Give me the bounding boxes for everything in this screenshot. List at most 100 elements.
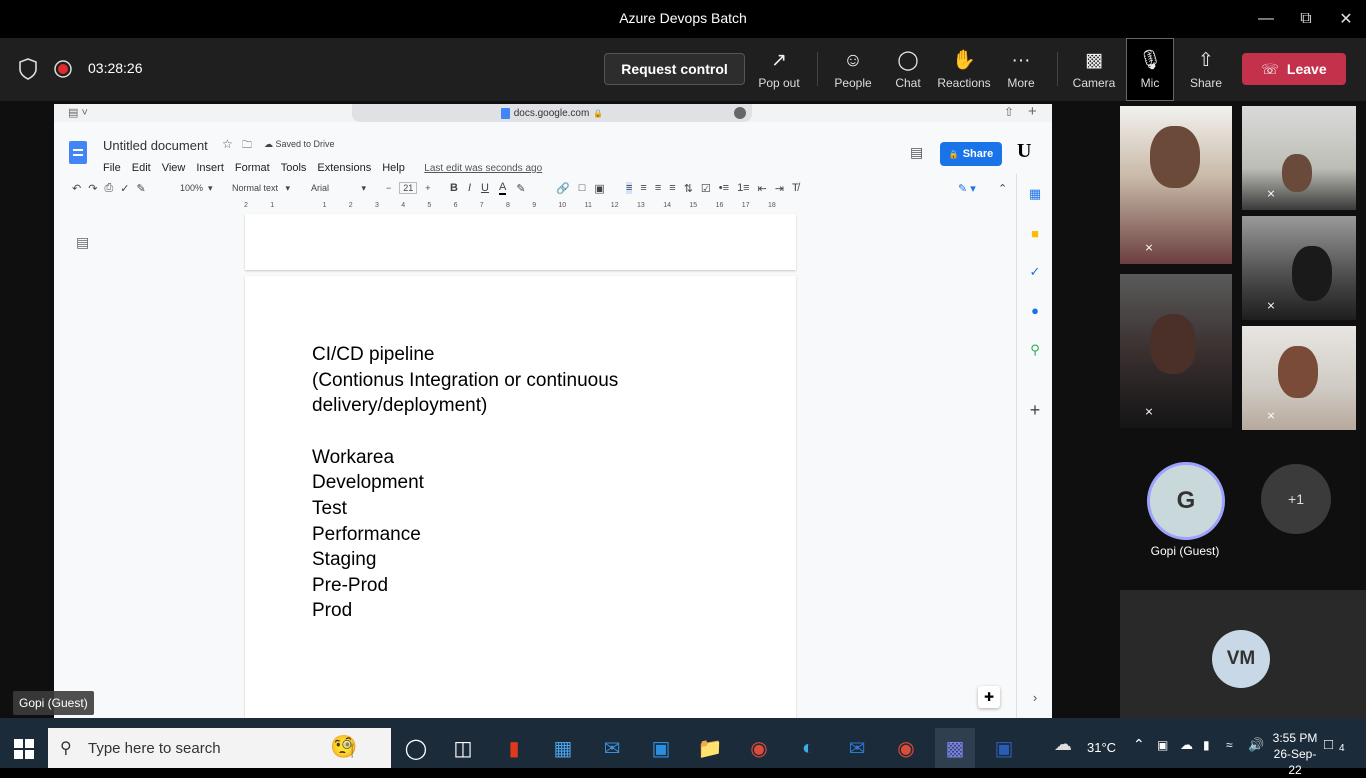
outline-icon[interactable]: ▤	[76, 234, 89, 251]
battery-icon[interactable]: ▮	[1203, 738, 1210, 752]
checklist-icon[interactable]: ☑	[701, 182, 711, 195]
wifi-icon[interactable]: ≈	[1226, 738, 1233, 752]
request-control-button[interactable]: Request control	[604, 53, 745, 85]
user-avatar-icon[interactable]: U	[1017, 140, 1031, 163]
chrome-profile-icon[interactable]: ◉	[886, 728, 926, 768]
store-icon[interactable]: ▦	[543, 728, 583, 768]
address-bar[interactable]: docs.google.com 🔒	[352, 104, 752, 122]
docs-logo-icon[interactable]	[69, 141, 87, 164]
teams-icon[interactable]: ▩	[935, 728, 975, 768]
line-spacing-icon[interactable]: ⇅	[684, 182, 693, 195]
tasks-icon[interactable]: ✓	[1027, 264, 1043, 280]
font-select[interactable]: Arial ▾	[311, 178, 366, 198]
clock[interactable]: 3:55 PM 26-Sep-22	[1270, 730, 1320, 778]
keep-icon[interactable]: ■	[1027, 226, 1043, 242]
onedrive-icon[interactable]: ☁	[1180, 737, 1193, 753]
windows-start-icon[interactable]	[14, 739, 34, 759]
menu-help[interactable]: Help	[382, 162, 405, 174]
link-icon[interactable]: 🔗	[556, 182, 570, 195]
spellcheck-icon[interactable]: ✓	[120, 182, 129, 195]
share-tray-button[interactable]: ⇧ Share	[1183, 38, 1229, 101]
add-on-icon[interactable]: +	[1027, 401, 1043, 419]
meet-now-icon[interactable]: ▣	[1157, 738, 1168, 752]
people-button[interactable]: ☺ People	[831, 38, 875, 101]
maps-icon[interactable]: ⚲	[1027, 342, 1043, 358]
clear-format-icon[interactable]: T̸	[792, 182, 799, 194]
style-select[interactable]: Normal text ▾	[232, 178, 290, 198]
tray-chevron-icon[interactable]: ⌃	[1133, 736, 1145, 753]
participant-avatar[interactable]: G	[1147, 462, 1225, 540]
share-doc-button[interactable]: 🔒 Share	[940, 142, 1002, 166]
mic-button[interactable]: 🎙 Mic	[1126, 38, 1174, 101]
calendar-icon[interactable]: ▦	[1027, 186, 1043, 202]
participant-video[interactable]: ⨯	[1120, 106, 1232, 264]
camera-button[interactable]: ▩ Camera	[1068, 38, 1120, 101]
document-title[interactable]: Untitled document	[103, 138, 208, 153]
mail-icon[interactable]: ✉	[592, 728, 632, 768]
paint-format-icon[interactable]: ✎	[136, 182, 145, 195]
more-participants-button[interactable]: +1	[1261, 464, 1331, 534]
edge-icon[interactable]: ◐	[788, 728, 828, 768]
editing-mode-icon[interactable]: ✎ ▾	[958, 178, 976, 198]
menu-tools[interactable]: Tools	[281, 162, 307, 174]
task-view-icon[interactable]: ◫	[443, 728, 483, 768]
explore-button[interactable]: ✚	[978, 686, 1000, 708]
word-icon[interactable]: ▣	[984, 728, 1024, 768]
bullet-list-icon[interactable]: •≡	[719, 182, 729, 194]
chrome-icon[interactable]: ◉	[739, 728, 779, 768]
text-color-icon[interactable]: A	[498, 181, 507, 195]
comment-icon[interactable]: □	[579, 182, 586, 194]
participant-video[interactable]: ⨯	[1242, 216, 1356, 320]
chat-button[interactable]: ◯ Chat	[888, 38, 928, 101]
menu-extensions[interactable]: Extensions	[317, 162, 371, 174]
font-size-input[interactable]: 21	[399, 182, 418, 194]
whiteboard-icon[interactable]: ▣	[641, 728, 681, 768]
comments-icon[interactable]: ▤	[910, 144, 923, 161]
share-page-icon[interactable]: ⇧	[1004, 105, 1014, 119]
expand-panel-icon[interactable]: ›	[1027, 690, 1043, 706]
menu-insert[interactable]: Insert	[196, 162, 224, 174]
more-button[interactable]: ··· More	[1001, 38, 1041, 101]
align-left-icon[interactable]: ≡	[626, 182, 633, 194]
move-folder-icon[interactable]: 🗀	[242, 138, 252, 155]
volume-icon[interactable]: 🔊	[1248, 737, 1264, 753]
increase-indent-icon[interactable]: ⇥	[775, 182, 784, 195]
extension-icon[interactable]	[734, 107, 746, 119]
contacts-icon[interactable]: ●	[1027, 303, 1043, 319]
close-icon[interactable]: ✕	[1323, 0, 1366, 38]
decrease-indent-icon[interactable]: ⇤	[758, 182, 767, 195]
collapse-toolbar-icon[interactable]: ⌃	[998, 178, 1007, 198]
taskbar-search[interactable]: ⚲ Type here to search 🧐	[48, 728, 391, 768]
participant-video[interactable]: ⨯	[1120, 274, 1232, 428]
numbered-list-icon[interactable]: 1≡	[737, 182, 750, 194]
office-icon[interactable]: ▮	[494, 728, 534, 768]
participant-tile[interactable]: VM	[1120, 590, 1366, 718]
outlook-icon[interactable]: ✉	[837, 728, 877, 768]
temperature[interactable]: 31°C	[1087, 740, 1116, 755]
align-right-icon[interactable]: ≡	[655, 182, 661, 194]
participant-video[interactable]: ⨯	[1242, 326, 1356, 430]
highlight-icon[interactable]: ✎	[516, 182, 525, 195]
image-icon[interactable]: ▣	[594, 182, 604, 195]
cortana-icon[interactable]: ◯	[396, 728, 436, 768]
redo-icon[interactable]: ↷	[88, 182, 97, 195]
new-tab-icon[interactable]: +	[1028, 104, 1037, 120]
reactions-button[interactable]: ✋ Reactions	[937, 38, 990, 101]
bold-icon[interactable]: B	[450, 182, 458, 194]
align-center-icon[interactable]: ≡	[640, 182, 646, 194]
menu-file[interactable]: File	[103, 162, 121, 174]
menu-view[interactable]: View	[162, 162, 186, 174]
underline-icon[interactable]: U	[481, 182, 489, 194]
star-icon[interactable]: ☆	[222, 137, 233, 151]
zoom-select[interactable]: 100% ▾	[180, 178, 213, 198]
participant-video[interactable]: ⨯	[1242, 106, 1356, 210]
leave-button[interactable]: ☏ Leave	[1242, 53, 1346, 85]
notifications-icon[interactable]: □	[1324, 736, 1333, 753]
sidebar-toggle-icon[interactable]: ▤ ˅	[68, 106, 88, 119]
pop-out-button[interactable]: ↗ Pop out	[756, 38, 802, 101]
menu-format[interactable]: Format	[235, 162, 270, 174]
last-edit-link[interactable]: Last edit was seconds ago	[424, 163, 542, 174]
increase-font-icon[interactable]: +	[425, 183, 430, 193]
italic-icon[interactable]: I	[468, 182, 471, 194]
file-explorer-icon[interactable]: 📁	[690, 728, 730, 768]
